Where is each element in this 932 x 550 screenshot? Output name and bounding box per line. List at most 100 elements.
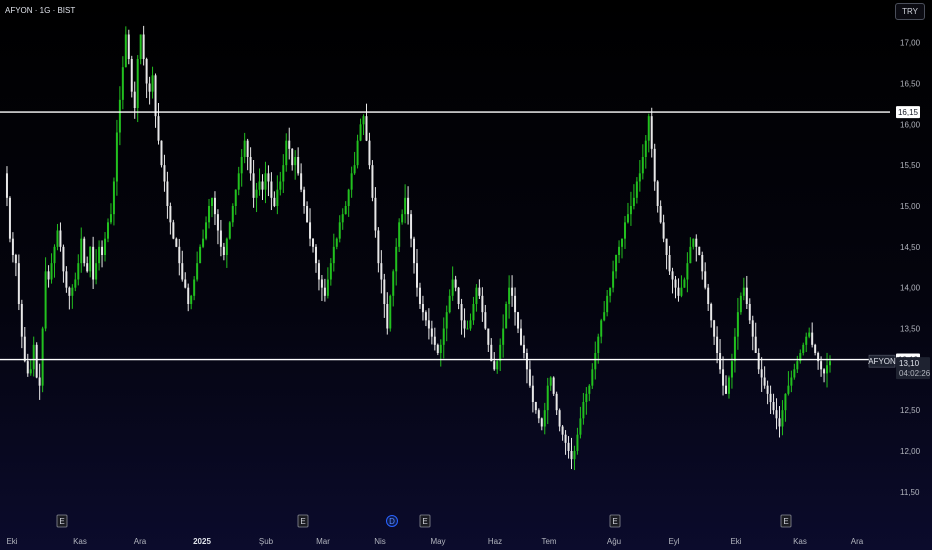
candle-body — [371, 165, 374, 198]
candle-body — [552, 377, 555, 394]
candle-body — [558, 410, 561, 427]
candle-body — [496, 361, 499, 370]
candle-body — [629, 206, 632, 215]
candle-body — [668, 255, 671, 272]
earnings-marker-label: E — [612, 517, 617, 526]
candle-body — [115, 132, 118, 182]
candle-body — [585, 393, 588, 402]
candle-body — [454, 279, 457, 288]
candle-body — [297, 157, 300, 174]
candle-body — [772, 402, 775, 411]
candle-body — [736, 312, 739, 337]
candle-body — [62, 246, 65, 272]
candle-body — [421, 304, 424, 313]
candle-body — [549, 377, 552, 386]
y-tick-label: 14,50 — [900, 243, 921, 252]
y-tick-label: 12,00 — [900, 447, 921, 456]
candle-body — [323, 287, 326, 296]
candle-body — [59, 230, 62, 247]
candle-body — [707, 287, 710, 304]
candle-body — [600, 320, 603, 337]
candle-body — [793, 369, 796, 378]
candle-body — [95, 263, 98, 280]
candle-body — [401, 214, 404, 223]
candle-body — [104, 238, 107, 255]
x-tick-label: Haz — [488, 537, 502, 546]
candle-body — [769, 393, 772, 402]
candle-body — [570, 451, 573, 460]
candle-body — [653, 148, 656, 182]
candle-body — [829, 361, 831, 366]
candle-body — [41, 328, 44, 386]
x-tick-label: Nis — [374, 537, 386, 546]
candle-body — [514, 295, 517, 313]
candle-body — [80, 238, 83, 264]
candle-body — [300, 173, 303, 190]
candle-body — [291, 148, 294, 166]
candle-body — [427, 320, 430, 329]
candle-body — [216, 214, 219, 231]
candle-body — [463, 320, 466, 329]
last-price-label: 13,10 — [899, 359, 920, 368]
candle-body — [603, 312, 606, 321]
candle-body — [288, 140, 291, 149]
candle-body — [588, 385, 591, 394]
candle-body — [50, 263, 53, 280]
price-chart[interactable]: 11,5012,0012,5013,0013,5014,0014,5015,00… — [0, 0, 932, 550]
candle-body — [243, 140, 246, 157]
candle-body — [166, 181, 169, 206]
candle-body — [148, 83, 151, 92]
candle-body — [522, 344, 525, 353]
candle-body — [210, 197, 213, 206]
candle-body — [823, 369, 826, 374]
x-tick-label: Ağu — [607, 537, 621, 546]
y-tick-label: 11,50 — [900, 488, 920, 497]
candle-body — [561, 426, 564, 435]
candle-body — [811, 332, 814, 345]
candle-body — [255, 189, 258, 198]
candle-body — [623, 222, 626, 239]
candle-body — [487, 328, 490, 345]
candle-body — [294, 157, 297, 166]
candle-body — [656, 181, 659, 206]
y-tick-label: 14,00 — [900, 284, 921, 293]
candle-body — [410, 214, 413, 239]
dividend-marker-label: D — [389, 517, 395, 526]
candle-body — [303, 189, 306, 206]
candle-body — [680, 287, 683, 296]
x-tick-label: Kas — [73, 537, 87, 546]
candle-body — [704, 271, 707, 288]
candle-body — [781, 410, 784, 427]
candle-body — [511, 287, 514, 296]
y-tick-label: 16,50 — [900, 80, 921, 89]
candle-body — [609, 287, 612, 296]
candle-body — [493, 361, 496, 370]
candle-body — [727, 377, 730, 394]
candle-body — [101, 246, 104, 255]
horizontal-lines-layer — [0, 111, 890, 361]
candle-body — [314, 246, 317, 264]
candle-body — [787, 385, 790, 394]
y-tick-label: 13,50 — [900, 325, 921, 334]
candle-body — [820, 361, 823, 370]
candle-body — [502, 328, 505, 345]
candle-body — [644, 140, 647, 157]
candle-body — [757, 353, 760, 370]
candle-body — [748, 304, 751, 321]
candle-body — [65, 271, 68, 288]
candle-body — [573, 451, 576, 460]
candle-body — [760, 369, 763, 378]
candle-body — [398, 222, 401, 247]
candle-body — [413, 238, 416, 264]
candle-body — [469, 320, 472, 329]
candle-body — [582, 402, 585, 419]
y-tick-label: 15,00 — [900, 202, 921, 211]
candle-body — [517, 312, 520, 329]
candle-body — [38, 377, 41, 386]
y-tick-label: 17,00 — [900, 39, 921, 48]
candle-body — [591, 369, 594, 386]
time-axis[interactable]: Eki Kas Ara 2025 Şub Mar Nis May Haz Tem Ağu Eyl Eki… — [6, 537, 863, 546]
candle-body — [106, 222, 109, 239]
candle-body — [725, 385, 728, 394]
candle-body — [139, 34, 142, 59]
